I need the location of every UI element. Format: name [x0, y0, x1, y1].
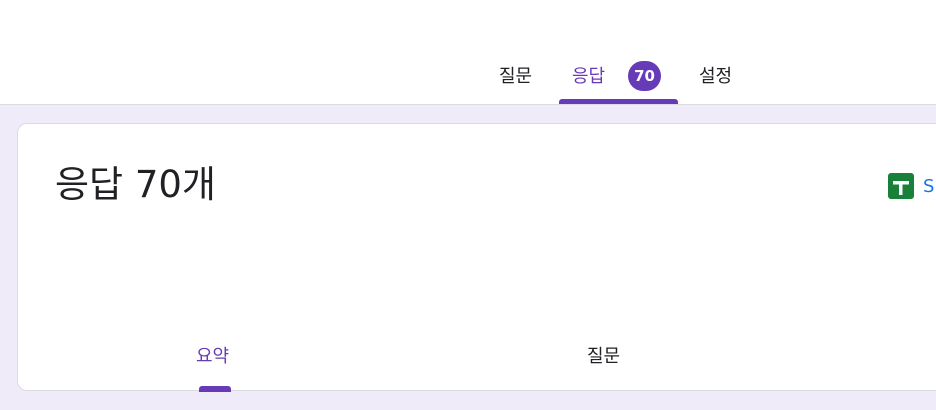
top-nav-bar: 질문 응답 70 설정: [0, 0, 936, 105]
tab-responses[interactable]: 응답: [572, 62, 605, 92]
responses-card: 응답 70개 S 요약 질문: [17, 123, 936, 392]
response-count-badge: 70: [628, 61, 661, 91]
sheets-link-label[interactable]: S: [923, 176, 934, 197]
active-tab-indicator: [559, 99, 678, 104]
active-subtab-indicator: [199, 386, 231, 392]
responses-title: 응답 70개: [55, 163, 216, 206]
subtab-question[interactable]: 질문: [587, 342, 620, 372]
subtab-summary[interactable]: 요약: [196, 342, 229, 372]
link-to-sheets-button[interactable]: S: [887, 171, 934, 201]
tab-questions[interactable]: 질문: [499, 62, 532, 92]
google-sheets-icon: [888, 173, 914, 199]
tab-settings[interactable]: 설정: [699, 62, 732, 92]
main-content: 응답 70개 S 요약 질문: [0, 105, 936, 410]
